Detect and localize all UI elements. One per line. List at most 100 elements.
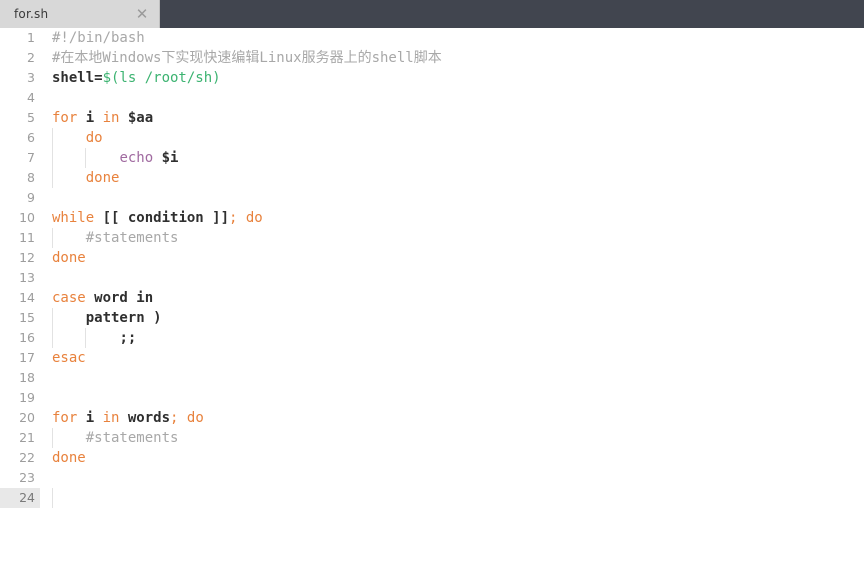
line-content[interactable]: for i in words; do [40,408,864,428]
code-line[interactable]: 5 for i in $aa [0,108,864,128]
token-kw: do [237,210,263,226]
code-line[interactable]: 10 while [[ condition ]]; do [0,208,864,228]
token-plain: $aa [119,110,154,126]
code-line[interactable]: 2 #在本地Windows下实现快速编辑Linux服务器上的shell脚本 [0,48,864,68]
line-number: 11 [19,230,35,245]
line-number: 21 [19,430,35,445]
code-line[interactable]: 13 [0,268,864,288]
line-content[interactable] [40,368,864,388]
token-plain: $i [153,150,179,166]
indent-guide [52,428,53,448]
indent-guide [52,228,53,248]
code-line[interactable]: 4 [0,88,864,108]
code-line[interactable]: 21 #statements [0,428,864,448]
code-line[interactable]: 8 done [0,168,864,188]
line-number: 16 [19,330,35,345]
code-line[interactable]: 3 shell=$(ls /root/sh) [0,68,864,88]
code-lines[interactable]: 1 #!/bin/bash 2 #在本地Windows下实现快速编辑Linux服务器上… [0,28,864,508]
indent-guide [85,148,86,168]
token-comment: #statements [85,230,179,246]
line-content[interactable] [40,88,864,108]
token-kw: done [52,450,86,466]
code-line[interactable]: 23 [0,468,864,488]
line-content[interactable]: done [40,248,864,268]
line-content[interactable]: #statements [40,428,864,448]
code-line[interactable]: 20 for i in words; do [0,408,864,428]
code-line[interactable]: 14 case word in [0,288,864,308]
token-kw: for [52,110,78,126]
code-line[interactable]: 17 esac [0,348,864,368]
indent-guide [52,308,53,328]
line-content[interactable]: done [40,448,864,468]
line-content[interactable]: while [[ condition ]]; do [40,208,864,228]
token-kw: do [178,410,204,426]
token-kw: for [52,410,78,426]
code-line[interactable]: 22 done [0,448,864,468]
indent-guide [52,148,53,168]
line-number: 17 [19,350,35,365]
code-line[interactable]: 15 pattern ) [0,308,864,328]
code-line[interactable]: 24 [0,488,864,508]
line-content[interactable]: #statements [40,228,864,248]
code-line[interactable]: 7 echo $i [0,148,864,168]
code-editor[interactable]: 1 #!/bin/bash 2 #在本地Windows下实现快速编辑Linux服务器上… [0,28,864,561]
line-content[interactable] [40,388,864,408]
line-number: 9 [27,190,35,205]
token-plain: words [119,410,171,426]
token-kw: in [102,110,120,126]
line-number: 2 [27,50,35,65]
token-string: $(ls /root/sh) [102,70,221,86]
line-number: 20 [19,410,35,425]
token-kw: do [85,130,103,146]
line-content[interactable]: for i in $aa [40,108,864,128]
line-content[interactable]: esac [40,348,864,368]
line-number: 18 [19,370,35,385]
line-number: 23 [19,470,35,485]
token-plain: shell= [52,70,103,86]
line-content[interactable]: pattern ) [40,308,864,328]
line-content[interactable]: ;; [40,328,864,348]
token-kw: done [52,250,86,266]
token-kw: while [52,210,95,226]
line-number: 10 [19,210,35,225]
line-content[interactable] [40,468,864,488]
line-number: 14 [19,290,35,305]
line-number: 13 [19,270,35,285]
token-kw: case [52,290,86,306]
close-icon[interactable]: ✕ [133,5,151,23]
code-line[interactable]: 12 done [0,248,864,268]
token-plain: i [77,410,103,426]
indent-guide [52,328,53,348]
code-line[interactable]: 19 [0,388,864,408]
line-content[interactable]: case word in [40,288,864,308]
line-number: 6 [27,130,35,145]
line-content[interactable]: echo $i [40,148,864,168]
indent-guide [52,168,53,188]
line-content[interactable]: shell=$(ls /root/sh) [40,68,864,88]
line-number: 12 [19,250,35,265]
tab-label: for.sh [14,7,49,21]
token-plain: pattern ) [85,310,162,326]
code-line[interactable]: 9 [0,188,864,208]
indent-guide [52,128,53,148]
editor-tab-for-sh[interactable]: for.sh ✕ [0,0,160,28]
code-line[interactable]: 6 do [0,128,864,148]
line-content[interactable]: #!/bin/bash [40,28,864,48]
line-content[interactable]: #在本地Windows下实现快速编辑Linux服务器上的shell脚本 [40,48,864,68]
line-content[interactable] [40,488,864,508]
line-number: 1 [27,30,35,45]
code-line[interactable]: 18 [0,368,864,388]
line-content[interactable]: done [40,168,864,188]
code-line[interactable]: 16 ;; [0,328,864,348]
code-line[interactable]: 1 #!/bin/bash [0,28,864,48]
code-line[interactable]: 11 #statements [0,228,864,248]
line-content[interactable] [40,188,864,208]
line-content[interactable] [40,268,864,288]
indent-guide [85,328,86,348]
line-content[interactable]: do [40,128,864,148]
token-plain: i [77,110,103,126]
